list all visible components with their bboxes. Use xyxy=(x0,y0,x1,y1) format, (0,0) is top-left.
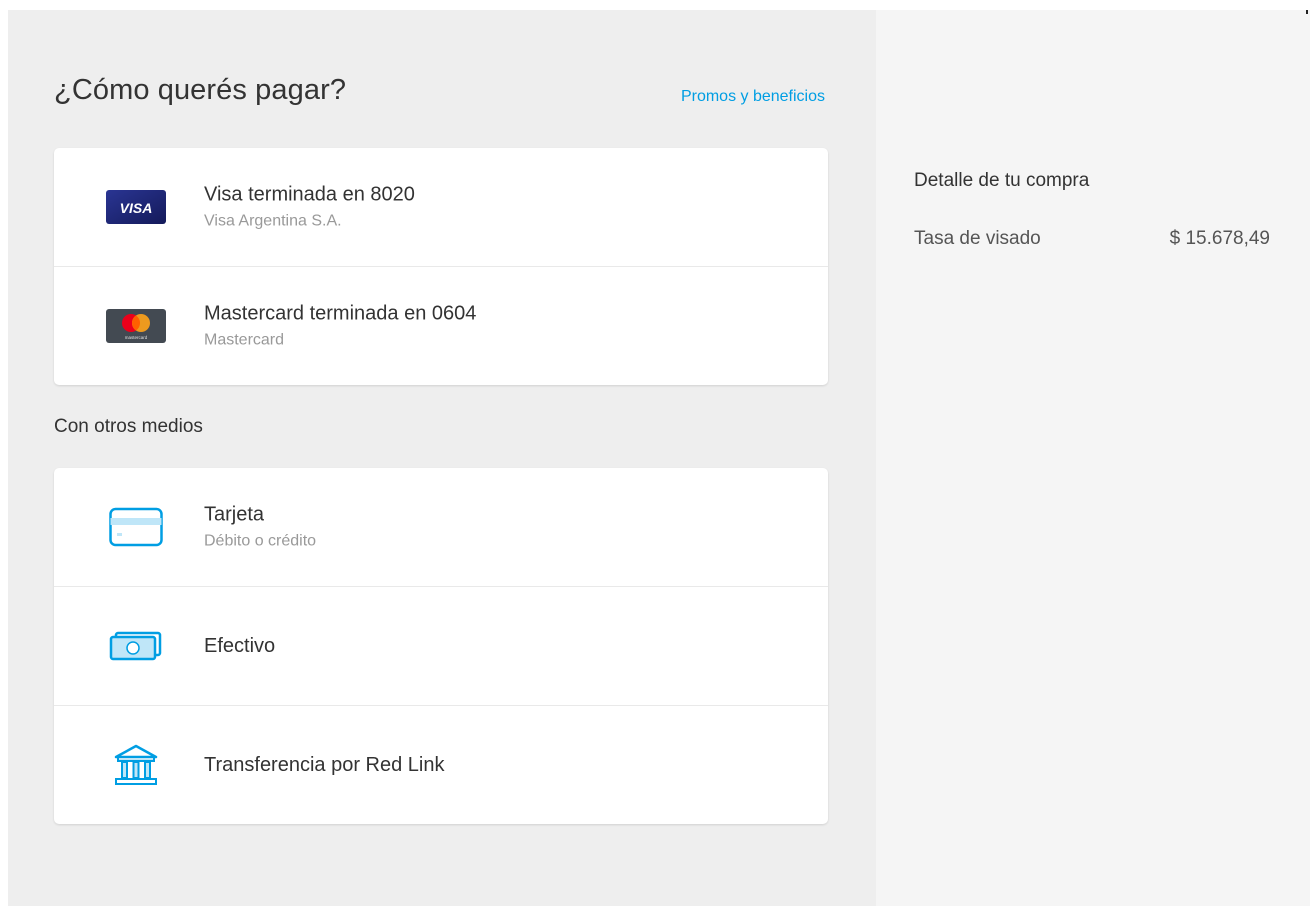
method-efectivo-texts: Efectivo xyxy=(204,633,275,659)
method-tarjeta[interactable]: Tarjeta Débito o crédito xyxy=(54,468,828,587)
cash-icon xyxy=(106,626,166,666)
visa-logo-icon: VISA xyxy=(106,187,166,227)
promos-link[interactable]: Promos y beneficios xyxy=(681,88,825,106)
method-title: Efectivo xyxy=(204,635,276,657)
page-title: ¿Cómo querés pagar? xyxy=(54,74,347,106)
method-transferencia[interactable]: Transferencia por Red Link xyxy=(54,706,828,824)
credit-card-icon xyxy=(106,507,166,547)
payment-methods-panel: ¿Cómo querés pagar? Promos y beneficios … xyxy=(8,10,876,906)
method-tarjeta-texts: Tarjeta Débito o crédito xyxy=(204,502,316,553)
method-title: Tarjeta xyxy=(204,503,265,526)
summary-item-amount: $ 15.678,49 xyxy=(1169,228,1270,249)
saved-card-title: Visa terminada en 8020 xyxy=(204,183,415,206)
saved-card-visa[interactable]: VISA Visa terminada en 8020 Visa Argenti… xyxy=(54,148,828,267)
method-transferencia-texts: Transferencia por Red Link xyxy=(204,752,445,778)
other-methods-list: Tarjeta Débito o crédito Efectivo Transf… xyxy=(54,468,828,824)
saved-card-issuer: Mastercard xyxy=(204,331,285,349)
saved-card-mastercard[interactable]: mastercard Mastercard terminada en 0604 … xyxy=(54,267,828,385)
method-title: Transferencia por Red Link xyxy=(204,754,445,776)
saved-cards-list: VISA Visa terminada en 8020 Visa Argenti… xyxy=(54,148,828,385)
method-subtitle: Débito o crédito xyxy=(204,532,317,550)
mastercard-logo-text: mastercard xyxy=(125,335,148,340)
visa-logo-text: VISA xyxy=(120,200,153,216)
mastercard-logo-icon: mastercard xyxy=(106,306,166,346)
summary-item-label: Tasa de visado xyxy=(914,228,1041,249)
saved-card-mastercard-texts: Mastercard terminada en 0604 Mastercard xyxy=(204,301,476,352)
purchase-summary-panel: Detalle de tu compra Tasa de visado $ 15… xyxy=(876,10,1310,906)
saved-card-issuer: Visa Argentina S.A. xyxy=(204,212,342,230)
method-efectivo[interactable]: Efectivo xyxy=(54,587,828,706)
other-methods-label: Con otros medios xyxy=(54,416,203,437)
bank-icon xyxy=(106,744,166,785)
summary-item: Tasa de visado $ 15.678,49 xyxy=(914,228,1270,250)
summary-title: Detalle de tu compra xyxy=(914,170,1090,191)
saved-card-visa-texts: Visa terminada en 8020 Visa Argentina S.… xyxy=(204,182,415,233)
corner-artifact xyxy=(1306,10,1308,14)
saved-card-title: Mastercard terminada en 0604 xyxy=(204,302,477,325)
page: ¿Cómo querés pagar? Promos y beneficios … xyxy=(8,10,1310,906)
